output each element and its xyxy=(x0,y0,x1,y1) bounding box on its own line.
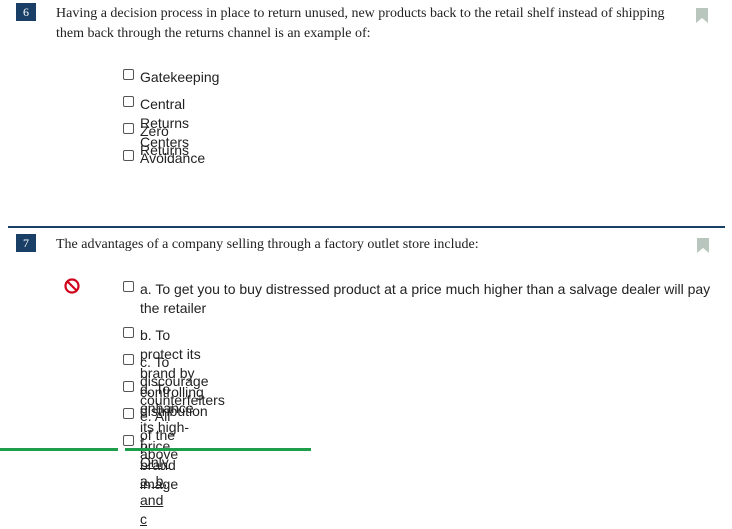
checkbox[interactable] xyxy=(123,281,134,292)
question-text: Having a decision process in place to re… xyxy=(56,6,665,41)
checkbox[interactable] xyxy=(123,96,134,107)
checkbox[interactable] xyxy=(123,150,134,161)
option-a[interactable]: a. To get you to buy distressed product … xyxy=(123,280,723,318)
question-divider xyxy=(8,226,725,228)
option-label: a. To get you to buy distressed product … xyxy=(140,281,711,316)
question-number: 6 xyxy=(16,3,36,21)
checkbox[interactable] xyxy=(123,354,134,365)
prohibited-icon xyxy=(64,278,80,294)
bookmark-icon[interactable] xyxy=(696,8,708,23)
option-label: Avoidance xyxy=(140,150,206,166)
checkbox[interactable] xyxy=(123,435,134,446)
checkbox[interactable] xyxy=(123,123,134,134)
checkbox[interactable] xyxy=(123,381,134,392)
option-avoidance[interactable]: Avoidance xyxy=(123,149,205,168)
option-gatekeeping[interactable]: Gatekeeping xyxy=(123,68,219,87)
bookmark-icon[interactable] xyxy=(697,238,709,253)
checkbox[interactable] xyxy=(123,69,134,80)
checkbox[interactable] xyxy=(123,327,134,338)
option-label: Gatekeeping xyxy=(140,69,220,85)
question-text: The advantages of a company selling thro… xyxy=(56,237,479,252)
question-number: 7 xyxy=(16,234,36,252)
checkbox[interactable] xyxy=(123,408,134,419)
